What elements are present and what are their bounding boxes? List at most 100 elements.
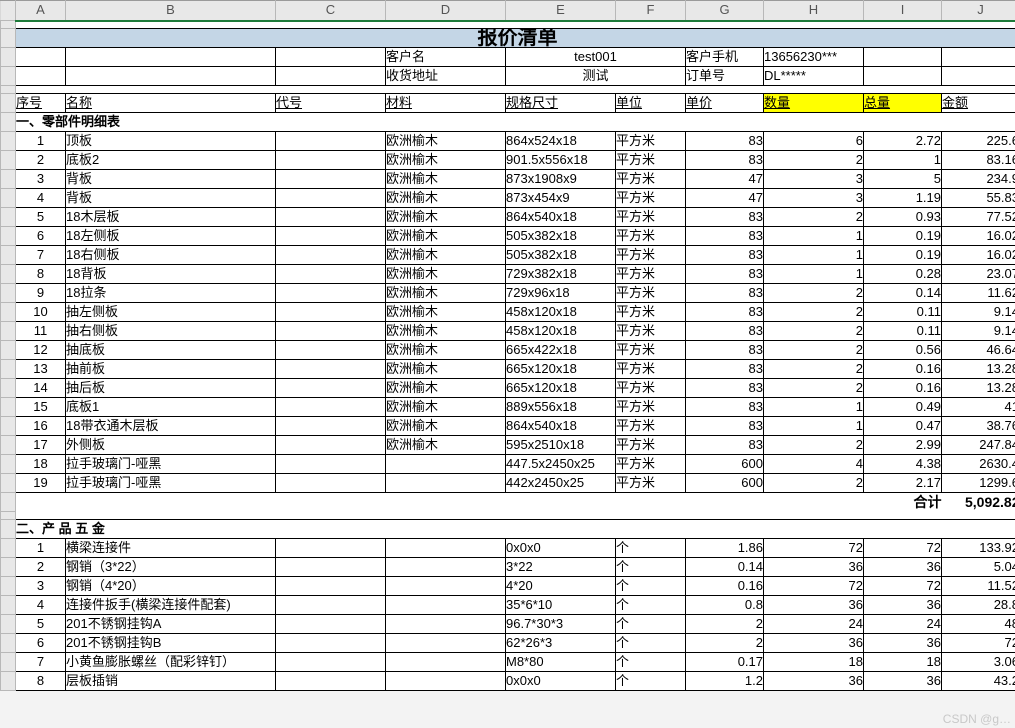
row-header[interactable] (1, 436, 16, 455)
cell-spec[interactable]: M8*80 (506, 652, 616, 671)
cell-unit[interactable]: 平方米 (616, 246, 686, 265)
cell-spec[interactable]: 35*6*10 (506, 595, 616, 614)
cell-qty[interactable]: 6 (764, 132, 864, 151)
cell-code[interactable] (276, 360, 386, 379)
row-header[interactable] (1, 633, 16, 652)
cell-unit[interactable]: 个 (616, 538, 686, 557)
cell-seq[interactable]: 10 (16, 303, 66, 322)
cell-amount[interactable]: 11.62 (942, 284, 1015, 303)
cell-total-qty[interactable]: 18 (864, 652, 942, 671)
cell-code[interactable] (276, 246, 386, 265)
order-no-label[interactable]: 订单号 (686, 67, 764, 86)
cell-seq[interactable]: 16 (16, 417, 66, 436)
cell-name[interactable]: 钢销（4*20） (66, 576, 276, 595)
cell-name[interactable]: 背板 (66, 170, 276, 189)
cell-unit[interactable]: 平方米 (616, 265, 686, 284)
cell-amount[interactable]: 9.14 (942, 303, 1015, 322)
cell-unit[interactable]: 平方米 (616, 474, 686, 493)
cell-material[interactable] (386, 671, 506, 690)
cell-total-qty[interactable]: 36 (864, 557, 942, 576)
cell-code[interactable] (276, 303, 386, 322)
cell-total-qty[interactable]: 4.38 (864, 455, 942, 474)
cell-material[interactable]: 欧洲榆木 (386, 132, 506, 151)
cell-seq[interactable]: 11 (16, 322, 66, 341)
cell-amount[interactable]: 72 (942, 633, 1015, 652)
cell-seq[interactable]: 7 (16, 246, 66, 265)
cell-amount[interactable]: 133.92 (942, 538, 1015, 557)
cell-price[interactable]: 2 (686, 614, 764, 633)
row-header[interactable] (1, 538, 16, 557)
cell-amount[interactable]: 55.83 (942, 189, 1015, 208)
cell-spec[interactable]: 729x96x18 (506, 284, 616, 303)
cell-total-qty[interactable]: 0.93 (864, 208, 942, 227)
cell-spec[interactable]: 442x2450x25 (506, 474, 616, 493)
cell-price[interactable]: 0.17 (686, 652, 764, 671)
row-header[interactable] (1, 379, 16, 398)
cell-code[interactable] (276, 151, 386, 170)
cell-amount[interactable]: 48 (942, 614, 1015, 633)
cell-spec[interactable]: 901.5x556x18 (506, 151, 616, 170)
cell-price[interactable]: 83 (686, 265, 764, 284)
cell-spec[interactable]: 864x540x18 (506, 417, 616, 436)
cell-price[interactable]: 83 (686, 151, 764, 170)
cell-seq[interactable]: 12 (16, 341, 66, 360)
cell-total-qty[interactable]: 5 (864, 170, 942, 189)
cell-total-qty[interactable]: 0.16 (864, 379, 942, 398)
cell-seq[interactable]: 3 (16, 576, 66, 595)
cell-unit[interactable]: 平方米 (616, 398, 686, 417)
cell-unit[interactable]: 平方米 (616, 132, 686, 151)
cell-total-qty[interactable]: 72 (864, 538, 942, 557)
row-header[interactable] (1, 246, 16, 265)
cell-code[interactable] (276, 284, 386, 303)
cell-total-qty[interactable]: 1.19 (864, 189, 942, 208)
cell-name[interactable]: 201不锈钢挂钩A (66, 614, 276, 633)
cell-name[interactable]: 抽后板 (66, 379, 276, 398)
col-I[interactable]: I (864, 1, 942, 21)
cell-code[interactable] (276, 417, 386, 436)
order-no-value[interactable]: DL***** (764, 67, 864, 86)
cell-qty[interactable]: 1 (764, 265, 864, 284)
cell-amount[interactable]: 16.02 (942, 246, 1015, 265)
cell-qty[interactable]: 3 (764, 170, 864, 189)
spreadsheet[interactable]: A B C D E F G H I J 报价清单 客户名 test001 客户手… (0, 0, 1015, 691)
cell-name[interactable]: 18拉条 (66, 284, 276, 303)
cell-qty[interactable]: 2 (764, 303, 864, 322)
cell-amount[interactable]: 234.9 (942, 170, 1015, 189)
cell-spec[interactable]: 864x540x18 (506, 208, 616, 227)
cell-seq[interactable]: 14 (16, 379, 66, 398)
hdr-unit[interactable]: 单位 (616, 94, 686, 113)
cell-seq[interactable]: 19 (16, 474, 66, 493)
col-H[interactable]: H (764, 1, 864, 21)
cell-seq[interactable]: 17 (16, 436, 66, 455)
cell-qty[interactable]: 1 (764, 417, 864, 436)
cell-seq[interactable]: 8 (16, 671, 66, 690)
customer-phone-value[interactable]: 13656230*** (764, 48, 864, 67)
cell-name[interactable]: 18木层板 (66, 208, 276, 227)
cell-price[interactable]: 83 (686, 436, 764, 455)
cell-amount[interactable]: 247.84 (942, 436, 1015, 455)
cell-price[interactable]: 83 (686, 379, 764, 398)
cell-name[interactable]: 小黄鱼膨胀螺丝（配彩锌钉） (66, 652, 276, 671)
cell-amount[interactable]: 28.8 (942, 595, 1015, 614)
cell-total-qty[interactable]: 2.72 (864, 132, 942, 151)
cell-total-qty[interactable]: 36 (864, 595, 942, 614)
cell-price[interactable]: 0.14 (686, 557, 764, 576)
cell-seq[interactable]: 4 (16, 595, 66, 614)
cell-price[interactable]: 600 (686, 455, 764, 474)
cell-code[interactable] (276, 455, 386, 474)
row-header[interactable] (1, 284, 16, 303)
col-G[interactable]: G (686, 1, 764, 21)
cell-total-qty[interactable]: 0.16 (864, 360, 942, 379)
cell-seq[interactable]: 1 (16, 132, 66, 151)
cell-price[interactable]: 83 (686, 417, 764, 436)
cell-spec[interactable]: 96.7*30*3 (506, 614, 616, 633)
cell-spec[interactable]: 665x120x18 (506, 379, 616, 398)
cell-code[interactable] (276, 322, 386, 341)
cell-price[interactable]: 47 (686, 170, 764, 189)
cell-material[interactable]: 欧洲榆木 (386, 303, 506, 322)
cell-name[interactable]: 钢销（3*22） (66, 557, 276, 576)
cell-qty[interactable]: 72 (764, 576, 864, 595)
cell-material[interactable]: 欧洲榆木 (386, 341, 506, 360)
row-header[interactable] (1, 493, 16, 512)
cell-seq[interactable]: 7 (16, 652, 66, 671)
